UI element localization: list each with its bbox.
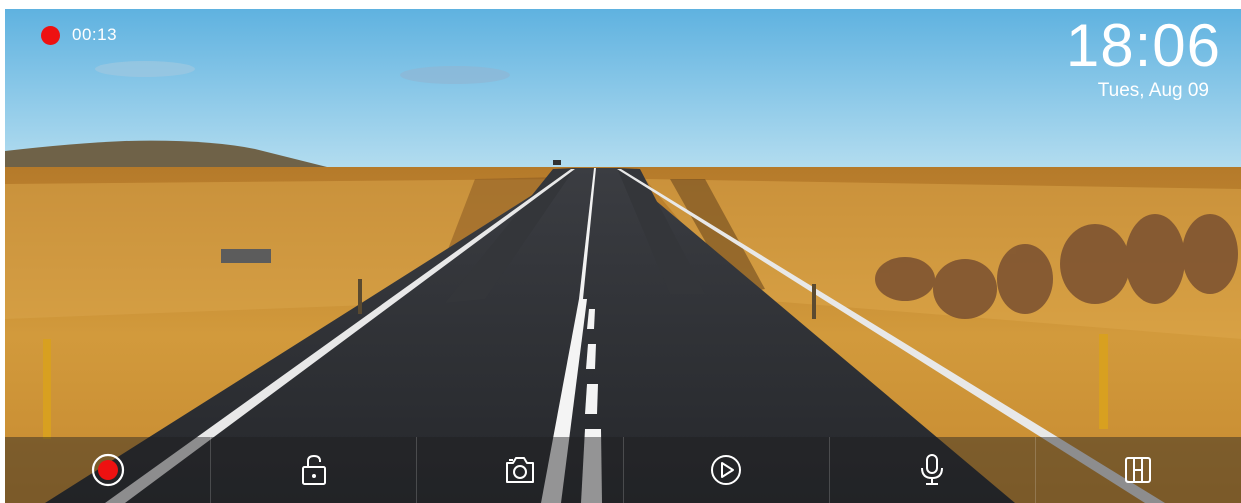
- snapshot-button[interactable]: [416, 437, 622, 503]
- control-toolbar: [5, 437, 1241, 503]
- play-icon: [711, 455, 742, 485]
- microphone-button[interactable]: [828, 437, 1035, 503]
- record-icon: [91, 453, 124, 487]
- lock-button[interactable]: [210, 437, 416, 503]
- split-view-icon: [1125, 457, 1152, 483]
- clock-widget: 18:06 Tues, Aug 09: [1066, 13, 1221, 101]
- clock-date: Tues, Aug 09: [1097, 80, 1209, 101]
- recording-dot-icon: [41, 25, 60, 45]
- record-button[interactable]: [5, 437, 210, 503]
- microphone-icon: [921, 454, 944, 485]
- recording-time: 00:13: [72, 25, 118, 44]
- split-view-button[interactable]: [1034, 437, 1241, 503]
- road-camera-view: [5, 9, 1241, 503]
- recording-indicator: 00:13: [41, 25, 117, 45]
- clock-time: 18:06: [1065, 12, 1221, 79]
- dashcam-screen: 00:13 18:06 Tues, Aug 09: [5, 9, 1241, 503]
- unlock-icon: [301, 454, 326, 485]
- playback-button[interactable]: [622, 437, 829, 503]
- camera-icon: [505, 457, 534, 483]
